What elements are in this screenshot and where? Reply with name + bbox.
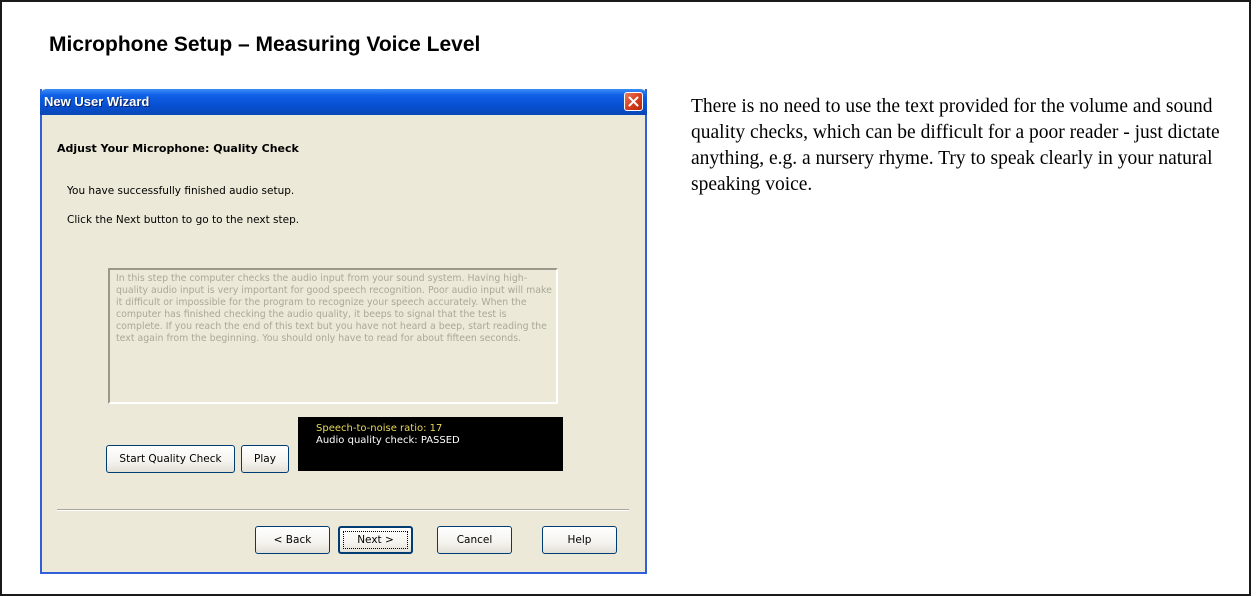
- info-line-next: Click the Next button to go to the next …: [67, 214, 300, 226]
- quality-check-result-text: Audio quality check: PASSED: [316, 435, 460, 446]
- reading-text-box: In this step the computer checks the aud…: [108, 268, 558, 404]
- step-heading: Adjust Your Microphone: Quality Check: [57, 142, 299, 155]
- quality-status-panel: Speech-to-noise ratio: 17 Audio quality …: [298, 417, 563, 471]
- start-quality-check-button[interactable]: Start Quality Check: [106, 445, 235, 473]
- footer-separator: [57, 509, 629, 511]
- window-titlebar[interactable]: New User Wizard: [40, 89, 647, 115]
- window-title: New User Wizard: [44, 94, 150, 109]
- cancel-button[interactable]: Cancel: [437, 526, 512, 554]
- focus-ring: [343, 531, 408, 549]
- back-button[interactable]: < Back: [255, 526, 330, 554]
- play-button[interactable]: Play: [241, 445, 289, 473]
- close-icon[interactable]: [624, 92, 643, 111]
- slide-body-text: There is no need to use the text provide…: [691, 96, 1220, 195]
- info-line-finished: You have successfully finished audio set…: [67, 185, 295, 197]
- speech-noise-ratio-text: Speech-to-noise ratio: 17: [316, 423, 443, 434]
- new-user-wizard-window: New User Wizard Adjust Your Microphone: …: [40, 89, 647, 574]
- slide-title: Microphone Setup – Measuring Voice Level: [49, 33, 481, 56]
- help-button[interactable]: Help: [542, 526, 617, 554]
- next-button[interactable]: Next >: [338, 526, 413, 554]
